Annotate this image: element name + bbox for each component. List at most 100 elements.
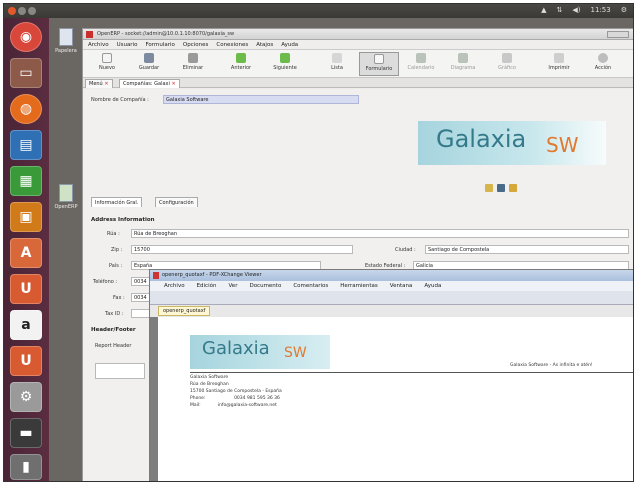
toolbar-label: Diagrama [450,65,476,71]
minimize-window-button[interactable] [18,7,26,15]
toolbar-label: Acción [594,65,612,71]
pdf-address-line: Mail: info@galaxia-software.net [190,403,277,408]
volume-icon[interactable]: ◀) [572,6,580,14]
zip-label: Zip : [111,247,123,253]
pdf-address-line: Rúa de Breoghan [190,382,229,387]
menu-atajos[interactable]: Atajos [256,42,273,48]
menu-usuario[interactable]: Usuario [117,42,138,48]
pdf-toolbar [150,291,633,305]
company-name-field[interactable]: Galaxia Software [163,95,359,104]
menu-conexiones[interactable]: Conexiones [216,42,248,48]
zip-field[interactable]: 15700 [131,245,353,254]
ubuntu-one-music-icon[interactable]: U [10,346,42,376]
writer-icon[interactable]: ▤ [10,130,42,160]
calendar-view-button[interactable]: Calendario [401,52,441,76]
terminal-icon[interactable]: ▬ [10,418,42,448]
launcher: ◉ ▭ ◍ ▤ ▦ ▣ A U a U ⚙ ▬ ▮ [4,18,49,481]
keyboard-icon[interactable]: ⇅ [557,6,563,14]
diagram-view-button[interactable]: Diagrama [443,52,483,76]
menubar: Archivo Usuario Formulario Opciones Cone… [83,40,633,50]
window-titlebar[interactable]: OpenERP - socket://admin@10.0.1.10:8070/… [83,29,633,40]
pdf-menu-comentarios[interactable]: Comentarios [293,283,328,289]
gear-icon [598,53,608,63]
pdf-window-title: openerp_quotaxf - PDF-XChange Viewer [162,272,262,278]
menu-ayuda[interactable]: Ayuda [281,42,298,48]
tab-menu[interactable]: Menú ✕ [85,79,113,88]
trash-icon [188,53,198,63]
window-title: OpenERP - socket://admin@10.0.1.10:8070/… [97,31,235,37]
pdf-page: Galaxia SW Galaxia Software - As infinit… [158,317,633,481]
calc-icon[interactable]: ▦ [10,166,42,196]
graph-view-button[interactable]: Gráfico [487,52,527,76]
report-header-field[interactable] [95,363,145,379]
toolbar: Nuevo Guardar Eliminar Anterior Siguient… [83,50,633,78]
company-name-label: Nombre de Compañía : [91,97,149,103]
amazon-icon[interactable]: a [10,310,42,340]
open-folder-icon[interactable] [485,184,493,192]
street-field[interactable]: Rúa de Breoghan [131,229,629,238]
desktop-icon-openerp[interactable]: OpenERP [51,184,81,210]
new-button[interactable]: Nuevo [87,52,127,76]
menu-opciones[interactable]: Opciones [183,42,208,48]
phone-field[interactable]: 0034 [131,277,151,286]
action-button[interactable]: Acción [583,52,623,76]
previous-button[interactable]: Anterior [221,52,261,76]
window-controls[interactable] [607,31,629,38]
pdf-menu-ventana[interactable]: Ventana [390,283,413,289]
subtab-general-info[interactable]: Información Gral. [91,197,143,207]
tab-label: Menú [89,81,103,87]
dash-icon[interactable]: ◉ [10,22,42,52]
ubuntu-one-icon[interactable]: U [10,274,42,304]
pdf-menu-herramientas[interactable]: Herramientas [340,283,377,289]
files-icon[interactable]: ▭ [10,58,42,88]
maximize-window-button[interactable] [28,7,36,15]
fax-field[interactable]: 0034 [131,293,151,302]
tax-id-field[interactable] [131,309,151,318]
pdf-menu-archivo[interactable]: Archivo [164,283,185,289]
subtab-configuration[interactable]: Configuración [155,197,198,207]
close-window-button[interactable] [8,7,16,15]
clear-icon[interactable] [509,184,517,192]
trash-icon[interactable]: ▮ [10,454,42,480]
software-center-icon[interactable]: A [10,238,42,268]
network-icon[interactable]: ▲ [541,6,546,14]
fax-label: Fax : [113,295,125,301]
form-view-button[interactable]: Formulario [359,52,399,76]
system-tray: ▲ ⇅ ◀) 11:53 ⚙ [541,6,627,14]
document-icon [59,184,73,202]
delete-button[interactable]: Eliminar [173,52,213,76]
next-button[interactable]: Siguiente [265,52,305,76]
screen: ▲ ⇅ ◀) 11:53 ⚙ ◉ ▭ ◍ ▤ ▦ ▣ A U a U ⚙ ▬ ▮… [3,3,634,482]
pdf-menu-documento[interactable]: Documento [249,283,281,289]
pdf-titlebar[interactable]: openerp_quotaxf - PDF-XChange Viewer [150,270,633,281]
save-button[interactable]: Guardar [129,52,169,76]
menu-formulario[interactable]: Formulario [145,42,174,48]
print-button[interactable]: Imprimir [539,52,579,76]
menu-archivo[interactable]: Archivo [88,42,109,48]
toolbar-label: Formulario [365,66,393,72]
pdf-menu-ayuda[interactable]: Ayuda [424,283,441,289]
save-icon[interactable] [497,184,505,192]
close-icon[interactable]: ✕ [172,81,176,87]
settings-icon[interactable]: ⚙ [621,6,627,14]
close-icon[interactable]: ✕ [104,81,108,87]
toolbar-label: Anterior [230,65,252,71]
pdf-document-tab[interactable]: openerp_quotaxf [158,306,211,316]
graph-icon [502,53,512,63]
clock[interactable]: 11:53 [591,6,611,14]
impress-icon[interactable]: ▣ [10,202,42,232]
pdf-address-line: Phone: 0034 981 595 36 36 [190,396,280,401]
tab-companies[interactable]: Compañías: Galaxi ✕ [119,79,180,88]
desktop-icon-label: OpenERP [54,204,78,210]
city-field[interactable]: Santiago de Compostela [425,245,629,254]
system-settings-icon[interactable]: ⚙ [10,382,42,412]
desktop-icon-papelera[interactable]: Papelera [51,28,81,54]
firefox-icon[interactable]: ◍ [10,94,42,124]
list-view-button[interactable]: Lista [317,52,357,76]
pdf-viewer-window: openerp_quotaxf - PDF-XChange Viewer Arc… [149,269,633,481]
toolbar-label: Lista [331,65,343,71]
form-icon [374,54,384,64]
header-footer-section-title: Header/Footer [91,327,136,333]
pdf-menu-edicion[interactable]: Edición [197,283,217,289]
pdf-menu-ver[interactable]: Ver [228,283,237,289]
